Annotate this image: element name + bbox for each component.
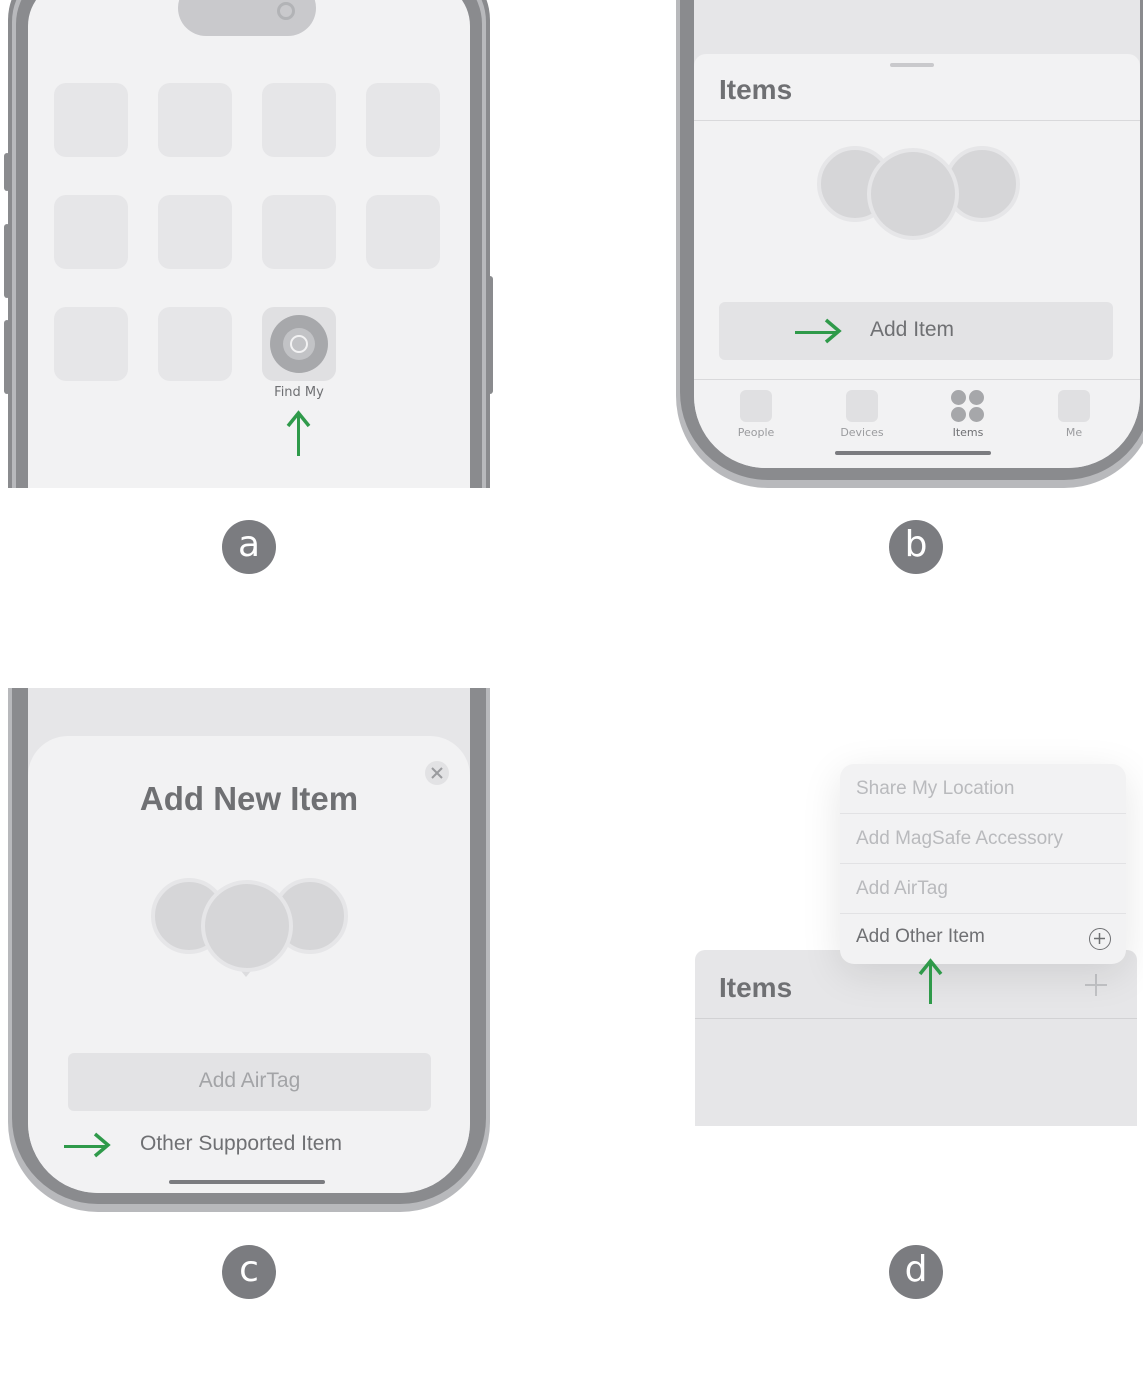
app-icon[interactable] bbox=[158, 83, 232, 157]
add-menu: Share My Location Add MagSafe Accessory … bbox=[840, 764, 1126, 964]
items-header: Items bbox=[695, 950, 1137, 1126]
other-supported-item-link[interactable]: Other Supported Item bbox=[140, 1132, 342, 1156]
app-icon[interactable] bbox=[158, 307, 232, 381]
sheet-grabber[interactable] bbox=[890, 63, 934, 67]
plus-icon[interactable] bbox=[1083, 972, 1109, 998]
menu-item-add-airtag[interactable]: Add AirTag bbox=[840, 864, 1126, 914]
step-label-d: d bbox=[889, 1245, 943, 1299]
add-circle-icon bbox=[1089, 928, 1111, 950]
menu-item-label: Add Other Item bbox=[856, 926, 985, 947]
home-indicator bbox=[169, 1180, 325, 1184]
divider bbox=[694, 120, 1140, 121]
app-icon[interactable] bbox=[366, 83, 440, 157]
app-icon[interactable] bbox=[158, 195, 232, 269]
step-label-c: c bbox=[222, 1245, 276, 1299]
app-icon[interactable] bbox=[366, 195, 440, 269]
step-label-b: b bbox=[889, 520, 943, 574]
find-my-screen: Items Add Item People Devices Items Me bbox=[694, 0, 1140, 468]
dynamic-island bbox=[178, 0, 316, 36]
app-icon[interactable] bbox=[262, 195, 336, 269]
divider bbox=[695, 1018, 1137, 1019]
find-my-app-icon[interactable] bbox=[262, 307, 336, 381]
find-my-screen: Add New Item Add AirTag Other Supported … bbox=[28, 688, 470, 1193]
add-airtag-button[interactable]: Add AirTag bbox=[68, 1053, 431, 1111]
add-item-label: Add Item bbox=[870, 318, 955, 341]
menu-item-share-location[interactable]: Share My Location bbox=[840, 764, 1126, 814]
step-label-a: a bbox=[222, 520, 276, 574]
menu-item-add-magsafe[interactable]: Add MagSafe Accessory bbox=[840, 814, 1126, 864]
items-title: Items bbox=[719, 972, 793, 1003]
find-my-icon bbox=[270, 315, 328, 373]
add-airtag-label: Add AirTag bbox=[198, 1069, 301, 1092]
app-icon[interactable] bbox=[54, 195, 128, 269]
find-my-label: Find My bbox=[274, 385, 324, 400]
items-sheet: Items Add Item People Devices Items Me bbox=[694, 54, 1140, 468]
sheet-title: Add New Item bbox=[139, 780, 359, 817]
home-screen: Find My bbox=[28, 0, 470, 488]
home-indicator bbox=[835, 451, 991, 455]
app-icon[interactable] bbox=[54, 307, 128, 381]
app-icon[interactable] bbox=[262, 83, 336, 157]
add-new-item-sheet: Add New Item Add AirTag Other Supported … bbox=[28, 736, 470, 1193]
menu-item-add-other-item[interactable]: Add Other Item bbox=[840, 914, 1126, 964]
sheet-title: Items bbox=[719, 74, 793, 105]
app-icon[interactable] bbox=[54, 83, 128, 157]
add-item-button[interactable]: Add Item bbox=[719, 302, 1113, 360]
camera-icon bbox=[277, 2, 295, 20]
